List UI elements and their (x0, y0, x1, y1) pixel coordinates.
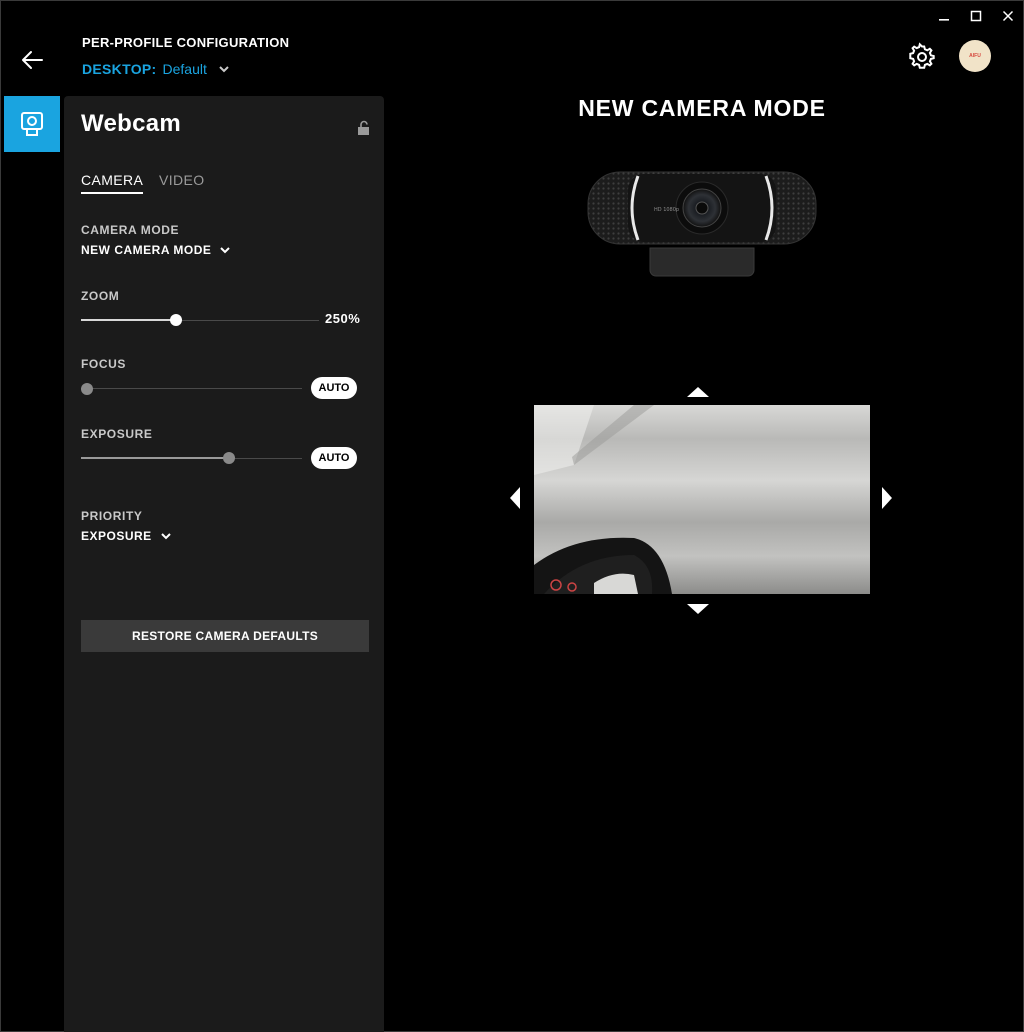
camera-preview (534, 405, 870, 594)
zoom-slider-thumb[interactable] (170, 314, 183, 326)
priority-dropdown[interactable]: EXPOSURE (81, 529, 172, 543)
settings-button[interactable] (907, 42, 937, 72)
maximize-icon (970, 10, 982, 22)
lock-button[interactable] (356, 120, 372, 136)
restore-defaults-button[interactable]: RESTORE CAMERA DEFAULTS (81, 620, 369, 652)
profile-label: DESKTOP: (82, 61, 157, 77)
lens-label: HD 1080p (654, 207, 679, 213)
camera-mode-dropdown[interactable]: NEW CAMERA MODE (81, 243, 231, 257)
tab-camera[interactable]: CAMERA (81, 172, 144, 194)
focus-slider-thumb[interactable] (81, 383, 93, 395)
chevron-down-icon (160, 533, 171, 540)
priority-label: PRIORITY (81, 509, 143, 523)
camera-mode-value: NEW CAMERA MODE (81, 243, 212, 257)
back-button[interactable] (18, 46, 46, 74)
camera-mode-title: NEW CAMERA MODE (578, 95, 826, 121)
minimize-icon (939, 19, 949, 21)
webcam-illustration: HD 1080p (587, 171, 817, 277)
chevron-down-icon (220, 247, 231, 254)
profile-value: Default (162, 61, 207, 77)
camera-mode-label: CAMERA MODE (81, 223, 180, 237)
pan-down-icon (687, 604, 709, 614)
priority-value: EXPOSURE (81, 529, 152, 543)
pan-up-button[interactable] (686, 386, 710, 398)
zoom-value: 250% (325, 311, 361, 326)
close-button[interactable] (998, 8, 1018, 24)
exposure-label: EXPOSURE (81, 427, 153, 441)
back-arrow-icon (22, 51, 43, 69)
webcam-icon (21, 112, 43, 136)
avatar-text: AIFU (969, 53, 981, 59)
zoom-label: ZOOM (81, 289, 120, 303)
pan-right-icon (882, 487, 892, 509)
pan-right-button[interactable] (881, 486, 893, 510)
maximize-button[interactable] (966, 8, 986, 24)
lock-open-icon (358, 120, 369, 135)
exposure-slider-fill (81, 457, 230, 459)
sidebar-item-webcam[interactable] (4, 96, 60, 152)
page-heading: PER-PROFILE CONFIGURATION (82, 35, 290, 50)
device-settings-panel: Webcam CAMERA VIDEO CAMERA MODE NEW CAME… (64, 96, 384, 1032)
exposure-auto-button[interactable]: AUTO (311, 447, 357, 469)
tab-video[interactable]: VIDEO (159, 172, 205, 192)
focus-label: FOCUS (81, 357, 126, 371)
preview-scene (534, 405, 672, 594)
webcam-device-image: HD 1080p (586, 166, 818, 281)
chevron-down-icon (219, 66, 229, 73)
settings-gear-icon (909, 42, 935, 69)
minimize-button[interactable] (934, 8, 954, 24)
pan-left-button[interactable] (509, 486, 521, 510)
pan-left-icon (510, 487, 520, 509)
device-name: Webcam (81, 110, 182, 137)
profile-selector[interactable]: DESKTOP: Default (82, 61, 231, 77)
close-icon (1002, 10, 1014, 22)
pan-up-icon (687, 387, 709, 397)
pan-down-button[interactable] (686, 603, 710, 615)
zoom-slider-fill (81, 319, 177, 321)
focus-auto-button[interactable]: AUTO (311, 377, 357, 399)
exposure-slider-thumb[interactable] (223, 452, 236, 464)
avatar[interactable]: AIFU (959, 40, 991, 72)
focus-slider-track[interactable] (81, 388, 302, 389)
